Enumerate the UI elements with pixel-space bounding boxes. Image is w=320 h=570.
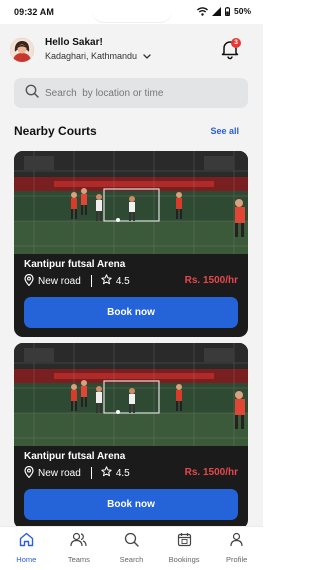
nav-item-profile[interactable]: Profile (210, 527, 263, 570)
battery-percent: 50% (233, 6, 251, 16)
calendar-icon (177, 532, 192, 552)
location-selector[interactable]: Kadaghari, Kathmandu (45, 51, 151, 61)
court-meta: New road 4.5 (24, 273, 130, 289)
nav-label-home: Home (16, 555, 37, 564)
avatar[interactable] (10, 38, 34, 62)
teams-icon (70, 532, 87, 552)
court-rating: 4.5 (115, 467, 130, 479)
court-photo (14, 151, 248, 254)
notification-badge: 3 (231, 38, 241, 48)
nav-item-bookings[interactable]: Bookings (158, 527, 211, 570)
location-pin-icon (24, 273, 34, 289)
book-now-button[interactable]: Book now (24, 489, 238, 520)
header: Hello Sakar! Kadaghari, Kathmandu 3 (0, 24, 263, 74)
nav-item-home[interactable]: Home (0, 527, 53, 570)
court-meta: New road 4.5 (24, 465, 130, 481)
nav-item-search[interactable]: Search (105, 527, 158, 570)
court-card[interactable]: Kantipur futsal Arena New road 4.5 Rs. 1… (14, 343, 248, 529)
star-icon (101, 466, 112, 480)
location-pin-icon (24, 465, 34, 481)
court-name: Kantipur futsal Arena (24, 259, 126, 270)
status-icons: 50% (196, 6, 251, 16)
wifi-icon (196, 6, 208, 16)
court-photo (14, 343, 248, 446)
search-bar[interactable] (14, 78, 248, 108)
court-location: New road (38, 467, 81, 479)
star-icon (101, 274, 112, 288)
section-title: Nearby Courts (14, 124, 97, 138)
bottom-nav: Home Teams Search Bookings Profile (0, 526, 263, 570)
court-rating: 4.5 (115, 275, 130, 287)
court-card[interactable]: Kantipur futsal Arena New road 4.5 Rs. 1… (14, 151, 248, 337)
book-now-button[interactable]: Book now (24, 297, 238, 328)
user-icon (229, 532, 244, 552)
search-input[interactable] (45, 87, 235, 99)
nav-label-bookings: Bookings (168, 555, 200, 564)
status-time: 09:32 AM (14, 7, 54, 17)
court-price: Rs. 1500/hr (184, 275, 238, 286)
battery-icon (224, 6, 230, 16)
search-icon (124, 532, 139, 552)
signal-icon (211, 6, 221, 16)
status-bar: 09:32 AM 50% (0, 0, 263, 24)
see-all-link[interactable]: See all (210, 126, 239, 136)
location-label: Kadaghari, Kathmandu (45, 51, 138, 61)
nav-label-profile: Profile (226, 555, 248, 564)
nav-label-search: Search (119, 555, 144, 564)
nav-label-teams: Teams (67, 555, 90, 564)
app-screen: 09:32 AM 50% Hello Sakar! Kadaghari, Kat… (0, 0, 263, 570)
camera-notch (92, 0, 172, 22)
court-location: New road (38, 275, 81, 287)
divider (90, 467, 92, 479)
court-name: Kantipur futsal Arena (24, 451, 126, 462)
court-price: Rs. 1500/hr (184, 467, 238, 478)
divider (90, 275, 92, 287)
nav-item-teams[interactable]: Teams (53, 527, 106, 570)
search-icon (25, 84, 39, 103)
home-icon (19, 532, 34, 552)
greeting: Hello Sakar! (45, 37, 103, 48)
chevron-down-icon (143, 51, 151, 61)
